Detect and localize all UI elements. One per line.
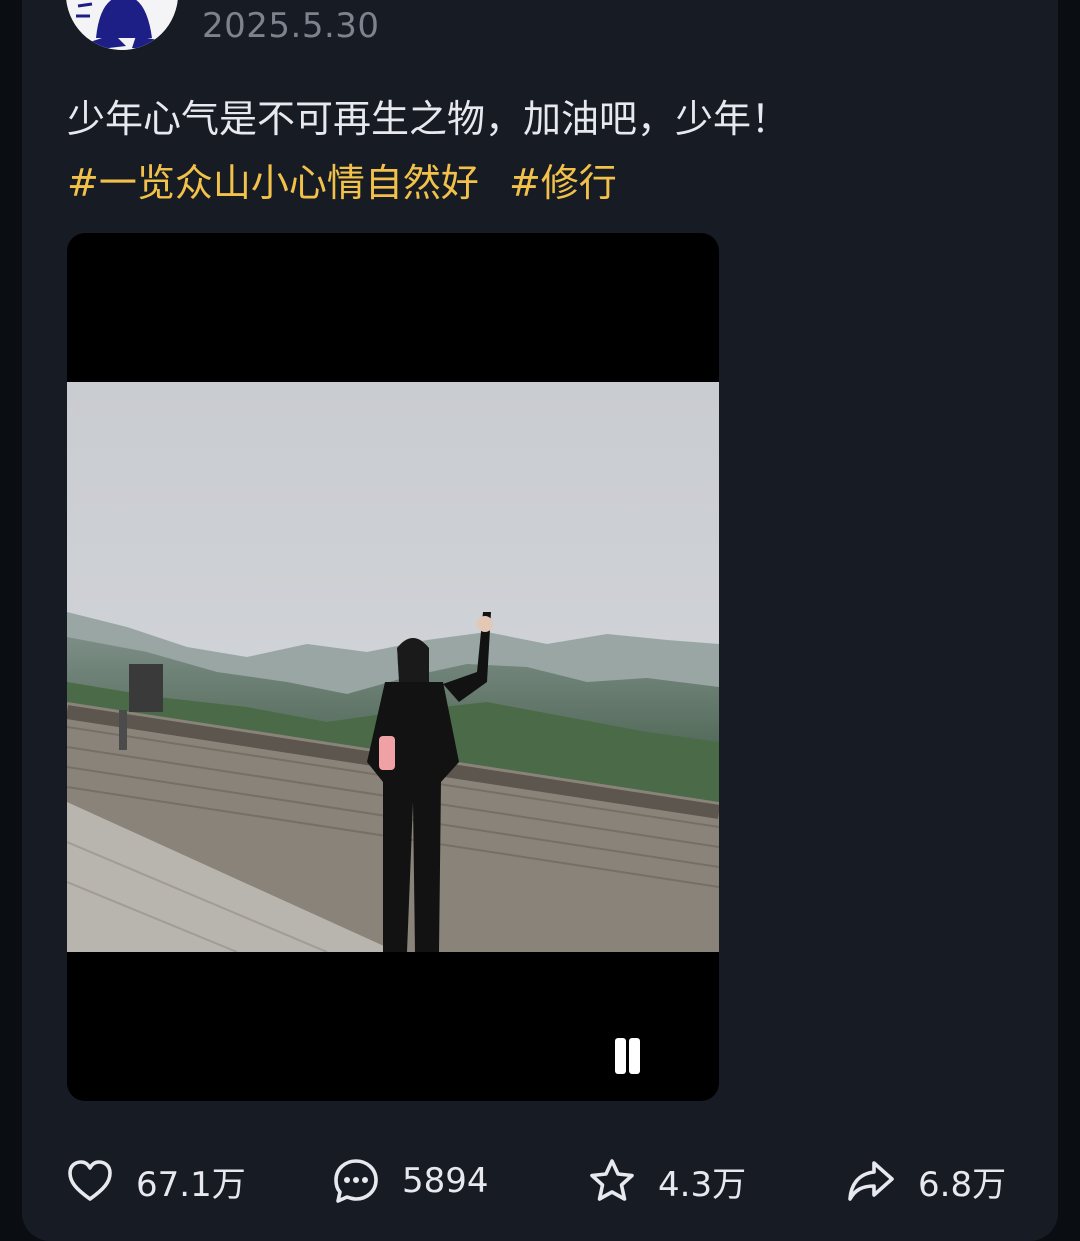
comment-button[interactable]: 5894 — [332, 1150, 489, 1212]
pause-icon-bar — [629, 1038, 640, 1074]
video-frame-great-wall — [67, 382, 719, 952]
post-date: 2025.5.30 — [202, 6, 380, 46]
pause-button[interactable] — [604, 1034, 650, 1082]
post-card: 2025.5.30 少年心气是不可再生之物，加油吧，少年！ #一览众山小心情自然… — [22, 0, 1058, 1241]
action-bar: 67.1万 5894 4.3万 6.8万 — [22, 1150, 1058, 1212]
hashtag-link[interactable]: #修行 — [509, 161, 617, 205]
post-text: 少年心气是不可再生之物，加油吧，少年！ — [67, 97, 790, 141]
favorite-button[interactable]: 4.3万 — [588, 1150, 746, 1212]
hashtag-row: #一览众山小心情自然好 #修行 — [67, 152, 635, 207]
share-button[interactable]: 6.8万 — [846, 1150, 1006, 1212]
share-arrow-icon — [848, 1161, 894, 1201]
like-button[interactable]: 67.1万 — [66, 1150, 246, 1212]
pause-icon — [615, 1038, 626, 1074]
favorite-count: 4.3万 — [658, 1164, 747, 1205]
share-count: 6.8万 — [918, 1164, 1007, 1205]
avatar[interactable] — [66, 0, 178, 50]
star-icon — [590, 1159, 634, 1201]
comment-count: 5894 — [402, 1161, 489, 1201]
like-count: 67.1万 — [136, 1164, 246, 1205]
comment-bubble-icon — [334, 1159, 378, 1203]
video-player[interactable] — [67, 233, 719, 1101]
avatar-cartoon-icon — [66, 0, 178, 50]
hashtag-link[interactable]: #一览众山小心情自然好 — [67, 161, 479, 205]
heart-icon — [68, 1160, 112, 1201]
